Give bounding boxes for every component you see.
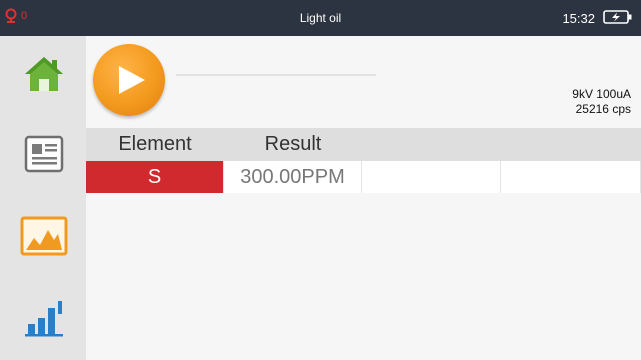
- empty-cell: [501, 161, 641, 193]
- start-measurement-button[interactable]: [93, 44, 165, 116]
- results-table: Element Result S 300.00PPM: [86, 128, 641, 193]
- voltage-current: 9kV 100uA: [572, 87, 631, 101]
- measurement-readout: 9kV 100uA 25216 cps: [572, 87, 631, 117]
- progress-track: [176, 74, 376, 76]
- play-icon: [119, 66, 145, 94]
- status-bar: 0 Light oil 15:32: [0, 0, 641, 36]
- sidebar-item-spectrum[interactable]: [8, 200, 80, 272]
- spectrum-chart-icon: [20, 216, 68, 256]
- header-empty: [362, 128, 501, 161]
- header-empty: [501, 128, 641, 161]
- battery-icon: [603, 9, 633, 30]
- sidebar-item-home[interactable]: [8, 38, 80, 110]
- table-row[interactable]: S 300.00PPM: [86, 161, 641, 193]
- header-result: Result: [264, 133, 322, 155]
- window-title: Light oil: [299, 11, 342, 25]
- document-icon: [24, 135, 64, 173]
- sidebar: [0, 36, 86, 360]
- main-panel: 9kV 100uA 25216 cps Element Result S 300…: [86, 36, 641, 360]
- result-cell: 300.00PPM: [224, 161, 362, 193]
- header-element: Element: [118, 133, 192, 155]
- count-rate: 25216 cps: [575, 102, 631, 116]
- sidebar-item-statistics[interactable]: [8, 282, 80, 354]
- bar-chart-icon: [25, 301, 63, 337]
- empty-cell: [362, 161, 501, 193]
- home-icon: [25, 57, 63, 91]
- element-cell: S: [86, 161, 224, 193]
- clock: 15:32: [562, 11, 595, 26]
- sidebar-item-report[interactable]: [8, 118, 80, 190]
- table-header: Element Result: [86, 128, 641, 161]
